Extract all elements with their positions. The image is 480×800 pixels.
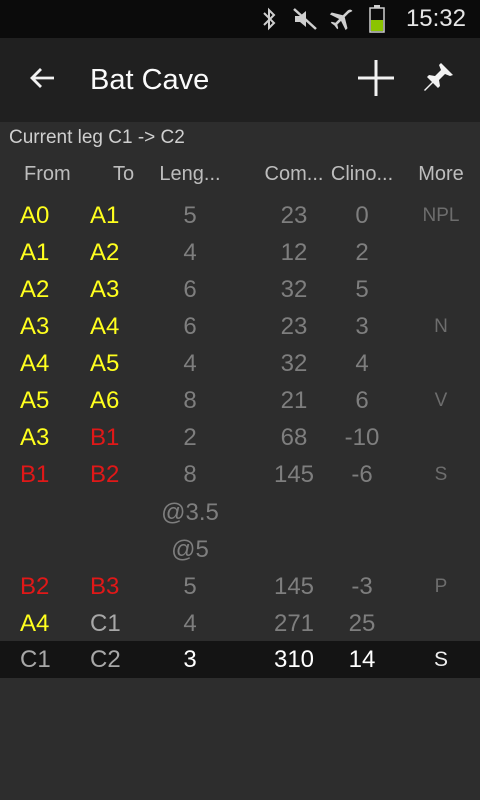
more-cell (405, 345, 477, 382)
clino-cell: 2 (355, 239, 369, 266)
from-cell: B2 (20, 573, 50, 600)
to-cell: A3 (90, 276, 120, 303)
page-title: Bat Cave (90, 63, 210, 96)
airplane-icon (328, 6, 354, 32)
more-cell: S (434, 464, 448, 485)
from-cell: A2 (20, 276, 50, 303)
more-cell (405, 234, 477, 271)
table-row[interactable]: A3 B1 2 68 -10 (0, 419, 480, 456)
header-from[interactable]: From (24, 156, 71, 193)
clino-cell: 25 (348, 610, 376, 637)
status-bar: 15:32 (0, 0, 480, 38)
to-cell: B2 (90, 461, 120, 488)
clino-cell: 5 (355, 276, 369, 303)
length-cell: 8 (183, 461, 197, 488)
more-cell (405, 531, 477, 568)
table-row[interactable]: A4 A5 4 32 4 (0, 345, 480, 382)
length-cell: 3 (183, 646, 197, 673)
clino-cell: -3 (351, 573, 373, 600)
to-cell: B1 (90, 424, 120, 451)
table-row[interactable]: @5 (0, 531, 480, 568)
from-cell: A0 (20, 202, 50, 229)
clino-cell: 14 (348, 646, 376, 673)
length-cell: 6 (183, 276, 197, 303)
from-cell: A4 (20, 350, 50, 377)
mute-icon (292, 6, 318, 32)
to-cell: A2 (90, 239, 120, 266)
more-cell: P (434, 576, 448, 597)
length-cell: @5 (171, 536, 209, 563)
table-row[interactable]: A1 A2 4 12 2 (0, 234, 480, 271)
length-cell: @3.5 (161, 499, 219, 526)
length-cell: 2 (183, 424, 197, 451)
to-cell: A4 (90, 313, 120, 340)
clino-cell: -6 (351, 461, 373, 488)
clino-cell: 6 (355, 387, 369, 414)
more-cell (405, 494, 477, 531)
from-cell: A4 (20, 610, 50, 637)
table-row[interactable]: A3 A4 6 23 3 N (0, 308, 480, 345)
to-cell: B3 (90, 573, 120, 600)
bluetooth-icon (256, 6, 282, 32)
from-cell: A3 (20, 313, 50, 340)
from-cell: C1 (20, 646, 51, 673)
to-cell: A1 (90, 202, 120, 229)
from-cell: A3 (20, 424, 50, 451)
header-to[interactable]: To (113, 156, 134, 193)
table-row[interactable]: @3.5 (0, 494, 480, 531)
table-row[interactable]: A0 A1 5 23 0 NPL (0, 197, 480, 234)
to-cell: C1 (90, 610, 121, 637)
length-cell: 6 (183, 313, 197, 340)
length-cell: 8 (183, 387, 197, 414)
header-more[interactable]: More (405, 156, 477, 193)
clino-cell: 3 (355, 313, 369, 340)
length-cell: 5 (183, 573, 197, 600)
table-row-selected[interactable]: C1 C2 3 310 14 S (0, 641, 480, 678)
table-row[interactable]: A2 A3 6 32 5 (0, 271, 480, 308)
battery-icon (364, 5, 390, 33)
header-length[interactable]: Leng... (150, 156, 230, 193)
table-row[interactable]: A4 C1 4 271 25 (0, 605, 480, 642)
back-arrow-icon (28, 66, 56, 95)
more-cell (405, 419, 477, 456)
length-cell: 4 (183, 610, 197, 637)
table-row[interactable]: A5 A6 8 21 6 V (0, 382, 480, 419)
from-cell: A5 (20, 387, 50, 414)
header-clino[interactable]: Clino... (324, 156, 400, 193)
clino-cell: 4 (355, 350, 369, 377)
to-cell: A5 (90, 350, 120, 377)
length-cell: 4 (183, 239, 197, 266)
add-button[interactable] (348, 38, 404, 122)
more-cell: V (434, 390, 448, 411)
table-row[interactable]: B1 B2 8 145 -6 S (0, 456, 480, 493)
clino-cell: 0 (355, 202, 369, 229)
status-time: 15:32 (405, 5, 466, 32)
from-cell: B1 (20, 461, 50, 488)
pin-icon (421, 61, 455, 100)
action-bar: Bat Cave (0, 38, 480, 122)
current-leg-label: Current leg C1 -> C2 (9, 127, 185, 148)
plus-icon (357, 59, 395, 102)
more-cell: S (433, 648, 448, 671)
more-cell: NPL (422, 205, 460, 226)
clino-cell (324, 494, 400, 531)
length-cell: 4 (183, 350, 197, 377)
more-cell (405, 605, 477, 642)
clino-cell: -10 (344, 424, 380, 451)
back-button[interactable] (0, 38, 84, 122)
from-cell: A1 (20, 239, 50, 266)
table-row[interactable]: B2 B3 5 145 -3 P (0, 568, 480, 605)
to-cell: C2 (90, 646, 121, 673)
more-cell: N (434, 316, 448, 337)
clino-cell (324, 531, 400, 568)
table-header: From To Leng... Com... Clino... More (0, 156, 480, 193)
to-cell: A6 (90, 387, 120, 414)
pin-button[interactable] (410, 38, 466, 122)
length-cell: 5 (183, 202, 197, 229)
more-cell (405, 271, 477, 308)
